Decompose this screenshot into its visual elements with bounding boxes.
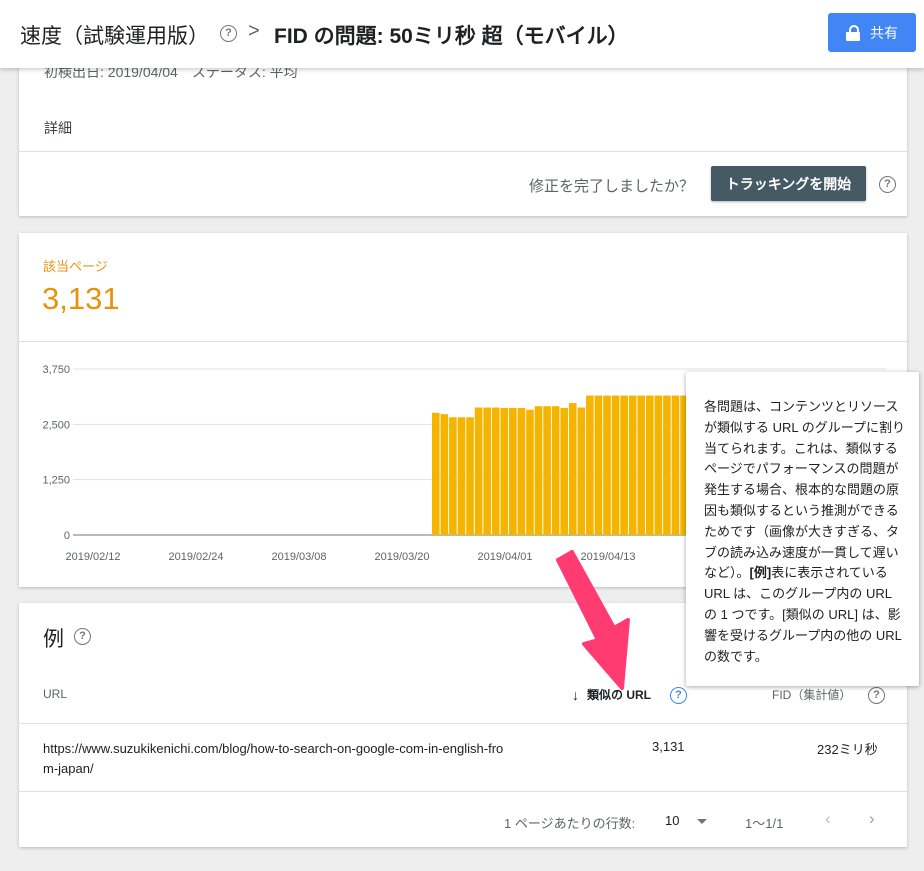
affected-pages-label: 該当ページ — [43, 259, 108, 274]
chart-bar — [594, 395, 603, 535]
chevron-left-icon[interactable]: ‹ — [825, 809, 831, 829]
chart-bar — [560, 407, 568, 535]
divider — [19, 151, 907, 152]
share-button[interactable]: 共有 — [828, 13, 916, 52]
annotation-arrow-icon — [556, 550, 630, 690]
x-tick-label: 2019/04/01 — [477, 551, 532, 563]
help-icon[interactable]: ? — [670, 687, 687, 704]
chart-bar — [646, 395, 654, 535]
help-icon[interactable]: ? — [220, 25, 237, 42]
share-button-label: 共有 — [870, 24, 898, 41]
fix-question: 修正を完了しましたか？ — [528, 178, 694, 195]
chart-bar — [628, 395, 637, 535]
help-icon[interactable]: ? — [74, 628, 91, 645]
x-tick-label: 2019/02/24 — [168, 551, 223, 563]
breadcrumb-speed-report[interactable]: 速度（試験運用版） — [20, 20, 209, 50]
chart-bar — [586, 395, 594, 535]
chart-bar — [474, 407, 483, 535]
chart-bar — [637, 395, 646, 535]
y-tick-label: 3,750 — [42, 364, 70, 376]
chart-bar — [500, 407, 509, 535]
page-range: 1〜1/1 — [745, 816, 784, 831]
rows-per-page-select[interactable]: 10 — [665, 813, 679, 828]
chart-bar — [483, 407, 491, 535]
help-icon[interactable]: ? — [879, 176, 896, 193]
chart-bar — [551, 406, 560, 535]
chart-bar — [620, 395, 628, 535]
chevron-right-icon: > — [248, 20, 260, 42]
chart-bar — [509, 407, 517, 535]
x-tick-label: 2019/03/20 — [374, 551, 429, 563]
tooltip-text-1: 各問題は、コンテンツとリソースが類似する URL のグループに割り当てられます。… — [704, 399, 905, 581]
chart-bar — [663, 395, 671, 535]
page-title: FID の問題: 50ミリ秒 超（モバイル） — [274, 25, 629, 48]
row-fid-value: 232ミリ秒 — [817, 742, 878, 757]
y-tick-label: 1,250 — [42, 475, 70, 487]
chart-bar — [449, 417, 457, 535]
chart-bar — [517, 407, 526, 535]
chart-bar — [466, 417, 474, 535]
divider — [19, 723, 907, 724]
chart-bar — [568, 403, 577, 535]
y-tick-label: 2,500 — [42, 419, 70, 431]
affected-pages-count: 3,131 — [42, 281, 120, 316]
chart-bar — [577, 407, 586, 535]
chart-bar — [491, 407, 500, 535]
dropdown-caret-icon[interactable] — [697, 819, 707, 824]
help-tooltip: 各問題は、コンテンツとリソースが類似する URL のグループに割り当てられます。… — [686, 372, 919, 686]
details-link[interactable]: 詳細 — [44, 118, 72, 138]
lock-icon — [846, 24, 860, 41]
chart-bar — [457, 417, 466, 535]
chart-bar — [440, 414, 449, 535]
chart-bar — [534, 406, 543, 535]
chevron-right-icon[interactable]: › — [869, 809, 875, 829]
chart-bar — [671, 395, 680, 535]
row-url[interactable]: https://www.suzukikenichi.com/blog/how-t… — [43, 739, 513, 779]
examples-title: 例 — [43, 628, 64, 651]
tooltip-bold-example: [例] — [749, 565, 772, 581]
chart-bar — [543, 406, 551, 535]
rows-per-page-label: 1 ページあたりの行数: — [504, 816, 636, 831]
chart-bar — [603, 395, 611, 535]
chart-bar — [611, 395, 620, 535]
x-tick-label: 2019/03/08 — [271, 551, 326, 563]
top-bar: 速度（試験運用版） ? > FID の問題: 50ミリ秒 超（モバイル） 共有 — [0, 0, 924, 68]
help-icon[interactable]: ? — [868, 687, 885, 704]
x-tick-label: 2019/02/12 — [65, 551, 120, 563]
chart-bar — [526, 409, 534, 535]
y-tick-label: 0 — [64, 530, 70, 542]
chart-bar — [432, 412, 440, 535]
divider — [19, 791, 907, 792]
column-header-url: URL — [43, 687, 68, 701]
row-similar-count: 3,131 — [652, 739, 685, 754]
chart-bar — [654, 395, 663, 535]
start-tracking-button[interactable]: トラッキングを開始 — [711, 166, 866, 201]
column-header-fid[interactable]: FID（集計値） — [772, 686, 851, 703]
